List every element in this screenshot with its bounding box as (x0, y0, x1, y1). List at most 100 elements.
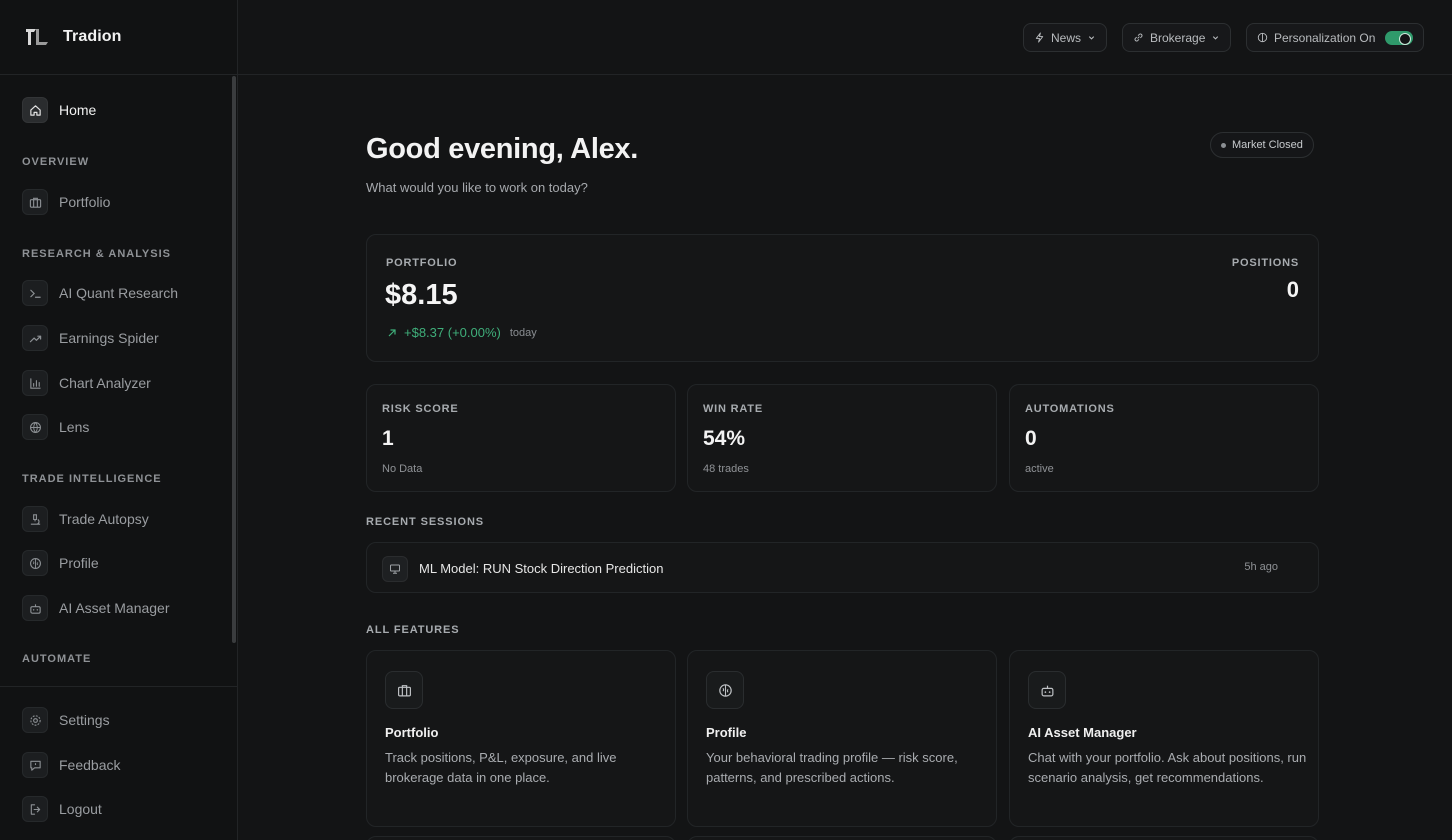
topbar: News Brokerage Personalization On (238, 0, 1452, 75)
logout-button[interactable]: Logout (22, 796, 102, 822)
brain-icon (1257, 32, 1268, 43)
news-label: News (1051, 30, 1082, 45)
brain-icon (22, 550, 48, 576)
feature-description: Track positions, P&L, exposure, and live… (385, 750, 617, 785)
monitor-icon (382, 556, 408, 582)
section-trade-intelligence: TRADE INTELLIGENCE (22, 473, 162, 485)
home-icon (22, 97, 48, 123)
brand-name: Tradion (63, 28, 122, 45)
portfolio-summary-card[interactable]: PORTFOLIO $8.15 +$8.37 (+0.00%) today PO… (366, 234, 1319, 362)
briefcase-icon (22, 189, 48, 215)
stat-label: WIN RATE (703, 403, 763, 415)
session-item[interactable]: ML Model: RUN Stock Direction Prediction… (366, 542, 1319, 593)
sidebar-item-chart-analyzer[interactable]: Chart Analyzer (22, 370, 151, 396)
chevron-down-icon (1213, 36, 1219, 40)
sidebar-item-home[interactable]: Home (22, 97, 96, 123)
stat-label: AUTOMATIONS (1025, 403, 1115, 415)
sidebar-item-quant-research[interactable]: AI Quant Research (22, 280, 178, 306)
sidebar-item-ai-asset-manager[interactable]: AI Asset Manager (22, 595, 170, 621)
status-dot (1221, 142, 1226, 148)
positions-label: POSITIONS (1231, 257, 1299, 269)
feature-title: AI Asset Manager (1028, 725, 1137, 740)
portfolio-label: PORTFOLIO (386, 257, 458, 269)
section-research: RESEARCH & ANALYSIS (22, 248, 171, 260)
feedback-button[interactable]: Feedback (22, 752, 120, 778)
robot-icon (22, 595, 48, 621)
win-rate-card[interactable]: WIN RATE 54% 48 trades (687, 384, 997, 492)
sidebar-footer: Settings Feedback Logout (0, 686, 237, 840)
stat-value: 54% (703, 427, 746, 450)
chevron-down-icon (1088, 36, 1095, 40)
feature-description: Your behavioral trading profile — risk s… (706, 750, 958, 785)
sidebar-item-label: Profile (59, 555, 99, 571)
feature-card-profile[interactable]: Profile Your behavioral trading profile … (687, 650, 997, 827)
globe-icon (22, 414, 48, 440)
brokerage-label: Brokerage (1150, 30, 1206, 45)
toggle-switch[interactable] (1385, 30, 1414, 45)
stat-label: RISK SCORE (382, 403, 459, 415)
market-status-text: Market Closed (1232, 139, 1303, 151)
sidebar-item-label: Earnings Spider (59, 330, 159, 346)
lightning-icon (1035, 32, 1044, 43)
briefcase-icon (385, 671, 423, 709)
link-icon (1134, 33, 1143, 42)
portfolio-change-period: today (509, 326, 537, 339)
sidebar-item-earnings-spider[interactable]: Earnings Spider (22, 325, 159, 351)
stat-value: 1 (382, 427, 394, 450)
logout-icon (22, 796, 48, 822)
brain-icon (706, 671, 744, 709)
feature-card-ai-asset-manager[interactable]: AI Asset Manager Chat with your portfoli… (1009, 650, 1319, 827)
feedback-label: Feedback (59, 757, 121, 773)
all-features-heading: ALL FEATURES (366, 624, 460, 636)
feature-card-partial[interactable] (687, 836, 997, 840)
message-icon (22, 752, 48, 778)
robot-icon (1028, 671, 1066, 709)
portfolio-change-value: +$8.37 (+0.00%) (404, 325, 501, 340)
brand[interactable]: Tradion (0, 0, 237, 75)
recent-sessions-heading: RECENT SESSIONS (366, 516, 485, 528)
sidebar-item-profile[interactable]: Profile (22, 550, 99, 576)
sidebar-item-label: Home (59, 102, 97, 118)
sidebar-nav: Home OVERVIEW Portfolio RESEARCH & ANALY… (0, 76, 237, 686)
positions-value: 0 (1286, 277, 1299, 302)
sidebar-item-label: Portfolio (59, 194, 111, 210)
stat-subtext: 48 trades (703, 463, 749, 475)
gear-icon (22, 707, 48, 733)
stat-subtext: No Data (382, 463, 423, 475)
session-time: 5h ago (1244, 561, 1278, 573)
risk-score-card[interactable]: RISK SCORE 1 No Data (366, 384, 676, 492)
page-title: Good evening, Alex. (366, 133, 638, 165)
microscope-icon (22, 506, 48, 532)
sidebar-item-portfolio[interactable]: Portfolio (22, 189, 110, 215)
stat-value: 0 (1025, 427, 1037, 450)
automations-card[interactable]: AUTOMATIONS 0 active (1009, 384, 1319, 492)
sidebar-item-label: AI Quant Research (59, 285, 179, 301)
stat-subtext: active (1025, 463, 1054, 475)
bar-chart-icon (22, 370, 48, 396)
page-subtitle: What would you like to work on today? (366, 180, 588, 195)
news-dropdown[interactable]: News (1023, 23, 1108, 52)
sidebar-item-label: AI Asset Manager (59, 600, 170, 616)
sidebar-item-trade-autopsy[interactable]: Trade Autopsy (22, 506, 149, 532)
brokerage-dropdown[interactable]: Brokerage (1122, 23, 1232, 52)
sidebar-scrollbar[interactable] (232, 76, 236, 643)
sidebar-item-lens[interactable]: Lens (22, 414, 89, 440)
settings-button[interactable]: Settings (22, 707, 110, 733)
settings-label: Settings (59, 712, 110, 728)
feature-card-partial[interactable] (366, 836, 676, 840)
section-automate: AUTOMATE (22, 653, 92, 665)
feature-card-partial[interactable] (1009, 836, 1319, 840)
feature-title: Portfolio (385, 725, 439, 740)
personalization-toggle[interactable]: Personalization On (1246, 23, 1425, 52)
feature-title: Profile (706, 725, 747, 740)
section-overview: OVERVIEW (22, 156, 90, 168)
terminal-icon (22, 280, 48, 306)
sidebar-item-label: Lens (59, 419, 90, 435)
market-status-badge: Market Closed (1210, 132, 1314, 158)
portfolio-value: $8.15 (385, 279, 458, 311)
arrow-up-right-icon (388, 328, 396, 336)
sidebar-item-label: Trade Autopsy (59, 511, 149, 527)
feature-card-portfolio[interactable]: Portfolio Track positions, P&L, exposure… (366, 650, 676, 827)
trending-up-icon (22, 325, 48, 351)
sidebar-item-label: Chart Analyzer (59, 375, 151, 391)
